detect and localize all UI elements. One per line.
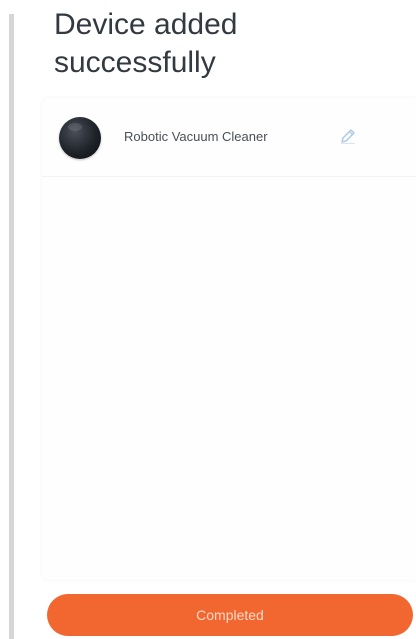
- page-title: Device added successfully: [54, 8, 238, 79]
- robot-vacuum-icon: [59, 117, 101, 159]
- device-card: Robotic Vacuum Cleaner: [42, 98, 416, 580]
- device-row[interactable]: Robotic Vacuum Cleaner: [42, 98, 416, 177]
- pencil-icon[interactable]: [338, 126, 358, 146]
- left-divider: [9, 14, 14, 639]
- device-name: Robotic Vacuum Cleaner: [124, 129, 268, 144]
- done-button[interactable]: Completed: [47, 594, 413, 636]
